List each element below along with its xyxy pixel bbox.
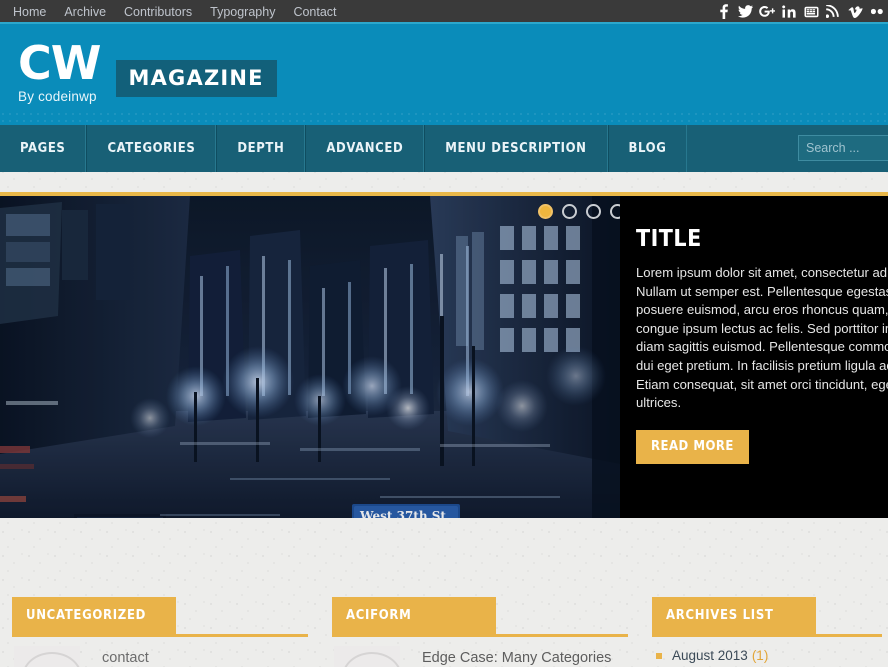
thumbnail-placeholder-icon (14, 646, 80, 667)
logo-tagline: By codeinwp (18, 89, 97, 104)
read-more-button[interactable]: READ MORE (636, 429, 749, 464)
archives-items: August 2013 (1) (652, 637, 888, 663)
slider-dot-3[interactable] (586, 204, 601, 219)
social-links (712, 0, 888, 24)
slider-image[interactable]: ONE WAY West 37th St (0, 196, 620, 518)
content-gap (0, 172, 888, 192)
featured-slider: ONE WAY West 37th St (0, 192, 888, 518)
nav-item-categories[interactable]: CATEGORIES (86, 125, 217, 172)
widgets-row: UNCATEGORIZED contact ACIFORM Edge Case:… (0, 597, 888, 667)
youtube-icon[interactable] (800, 0, 822, 24)
flickr-icon[interactable] (866, 0, 888, 24)
logo-main-text: CW (18, 36, 101, 90)
logo-badge: MAGAZINE (115, 60, 277, 97)
widget-header: ACIFORM (332, 597, 496, 634)
top-nav-item-contributors[interactable]: Contributors (115, 0, 201, 24)
list-item[interactable]: contact (12, 637, 322, 667)
slider-dot-4[interactable] (610, 204, 620, 219)
top-navigation: Home Archive Contributors Typography Con… (0, 0, 346, 24)
slider-body-text: Lorem ipsum dolor sit amet, consectetur … (636, 265, 888, 411)
top-bar: Home Archive Contributors Typography Con… (0, 0, 888, 24)
slider-caption-panel: TITLE Lorem ipsum dolor sit amet, consec… (620, 196, 888, 518)
slider-title: TITLE (636, 226, 702, 252)
widget-title: ARCHIVES LIST (666, 608, 774, 623)
search-box[interactable] (798, 135, 888, 161)
google-plus-icon[interactable] (756, 0, 778, 24)
slider-pagination (538, 204, 620, 219)
linkedin-icon[interactable] (778, 0, 800, 24)
top-nav-item-archive[interactable]: Archive (55, 0, 115, 24)
list-item-title[interactable]: Edge Case: Many Categories (422, 646, 611, 667)
list-item[interactable]: Edge Case: Many Categories (332, 637, 642, 667)
widget-title: UNCATEGORIZED (26, 608, 147, 623)
nav-item-depth[interactable]: DEPTH (216, 125, 306, 172)
top-nav-item-home[interactable]: Home (4, 0, 55, 24)
widget-header: UNCATEGORIZED (12, 597, 176, 634)
list-item[interactable]: August 2013 (1) (656, 648, 888, 663)
bullet-icon (656, 652, 662, 659)
widget-archives-list: ARCHIVES LIST August 2013 (1) (652, 597, 888, 667)
twitter-icon[interactable] (734, 0, 756, 24)
nav-item-menu-description[interactable]: MENU DESCRIPTION (424, 125, 608, 172)
facebook-icon[interactable] (712, 0, 734, 24)
search-input[interactable] (799, 136, 888, 160)
widget-title: ACIFORM (346, 608, 412, 623)
night-city-street-photo: ONE WAY West 37th St (0, 196, 620, 518)
thumbnail-placeholder-icon (334, 646, 400, 667)
widget-header: ARCHIVES LIST (652, 597, 816, 634)
widget-aciform: ACIFORM Edge Case: Many Categories (332, 597, 642, 667)
top-nav-item-typography[interactable]: Typography (201, 0, 284, 24)
vimeo-icon[interactable] (844, 0, 866, 24)
top-nav-item-contact[interactable]: Contact (284, 0, 345, 24)
list-item-title[interactable]: contact (102, 646, 149, 667)
nav-item-advanced[interactable]: ADVANCED (305, 125, 425, 172)
nav-item-pages[interactable]: PAGES (0, 125, 87, 172)
nav-item-blog[interactable]: BLOG (607, 125, 688, 172)
slider-dot-2[interactable] (562, 204, 577, 219)
site-header: CW By codeinwp MAGAZINE (0, 24, 888, 125)
archive-month-label[interactable]: August 2013 (672, 648, 748, 663)
main-navigation: PAGES CATEGORIES DEPTH ADVANCED MENU DES… (0, 125, 888, 172)
archive-count: (1) (751, 648, 769, 663)
rss-icon[interactable] (822, 0, 844, 24)
site-logo[interactable]: CW By codeinwp MAGAZINE (18, 38, 277, 104)
widget-uncategorized: UNCATEGORIZED contact (12, 597, 322, 667)
slider-dot-1[interactable] (538, 204, 553, 219)
logo-text-block: CW By codeinwp (18, 38, 101, 104)
